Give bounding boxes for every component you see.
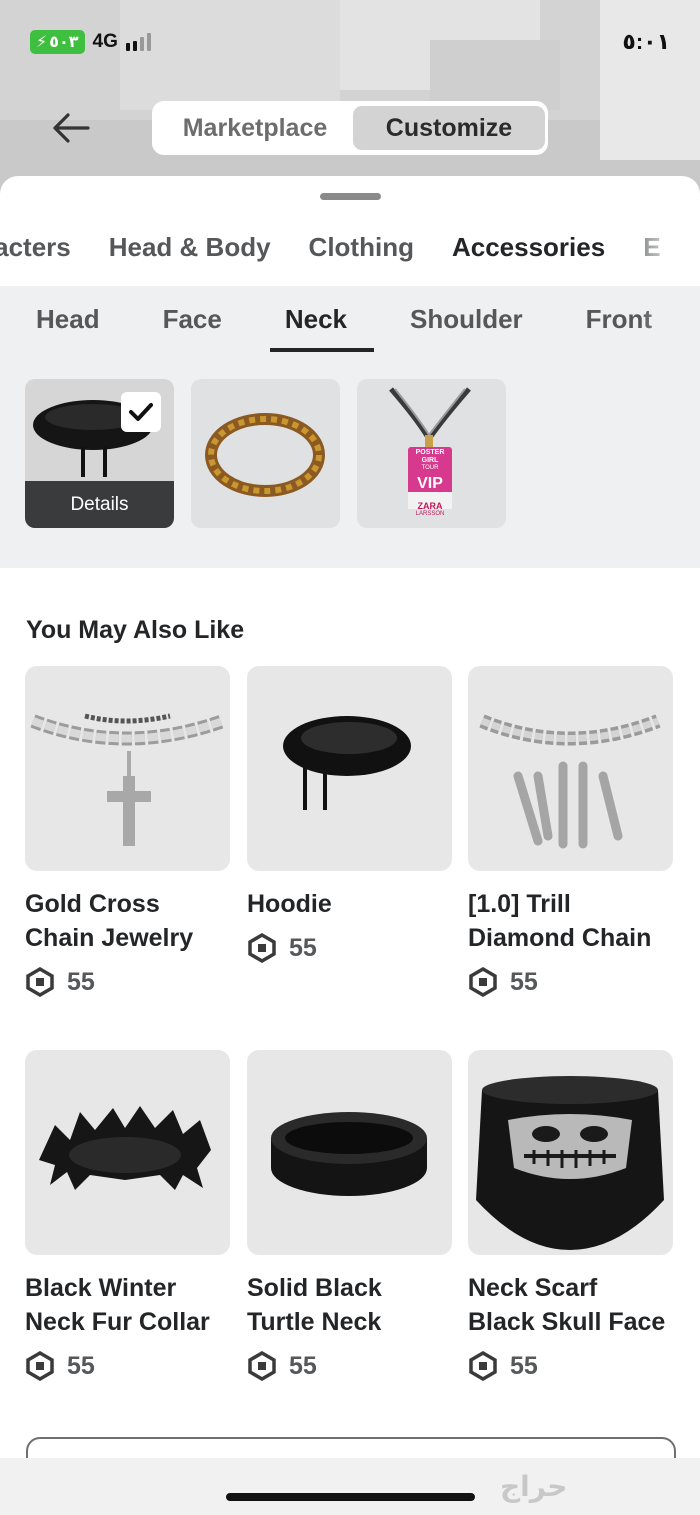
skull-scarf-image: [476, 1076, 664, 1250]
robux-icon: [469, 1351, 497, 1381]
tab-clothing[interactable]: Clothing: [309, 232, 414, 276]
product-thumbnail[interactable]: [25, 1050, 230, 1255]
robux-icon: [248, 933, 276, 963]
product-name[interactable]: Hoodie: [247, 887, 452, 921]
subtabs-fade: [640, 286, 700, 354]
rope-chain-thumbnail: [205, 413, 325, 497]
tab-customize[interactable]: Customize: [353, 106, 545, 150]
product-price: 55: [247, 1351, 452, 1381]
signal-icon: [125, 33, 151, 51]
product-thumbnail[interactable]: [247, 666, 452, 871]
product-thumbnail[interactable]: [25, 666, 230, 871]
product-card[interactable]: [1.0] Trill Diamond Chain 55: [468, 666, 673, 997]
robux-icon: [248, 1351, 276, 1381]
arrow-left-icon: [53, 113, 90, 143]
subtab-head[interactable]: Head: [36, 304, 100, 335]
back-button[interactable]: [48, 108, 94, 148]
product-price: 55: [25, 967, 230, 997]
product-price: 55: [468, 1351, 673, 1381]
home-indicator[interactable]: [226, 1493, 475, 1501]
product-name[interactable]: Gold Cross Chain Jewelry: [25, 887, 230, 955]
charging-icon: ⚡: [36, 34, 48, 51]
cross-chain-image: [30, 713, 226, 846]
watermark-logo: حراج: [500, 1471, 568, 1502]
equipped-item-hoodie[interactable]: Details: [25, 379, 174, 528]
robux-icon: [26, 967, 54, 997]
product-price: 55: [468, 967, 673, 997]
product-card[interactable]: Solid Black Turtle Neck 55: [247, 1050, 452, 1381]
customize-sheet: racters Head & Body Clothing Accessories…: [0, 176, 700, 1515]
product-name[interactable]: Black Winter Neck Fur Collar: [25, 1271, 230, 1339]
tab-head-body[interactable]: Head & Body: [109, 232, 271, 276]
product-thumbnail[interactable]: [468, 666, 673, 871]
product-name[interactable]: Neck Scarf Black Skull Face: [468, 1271, 673, 1339]
product-name[interactable]: Solid Black Turtle Neck: [247, 1271, 452, 1339]
product-card[interactable]: Black Winter Neck Fur Collar 55: [25, 1050, 230, 1381]
mode-switcher: Marketplace Customize: [152, 101, 548, 155]
category-tabs: racters Head & Body Clothing Accessories…: [0, 232, 661, 276]
details-button[interactable]: Details: [25, 481, 174, 528]
subtab-neck[interactable]: Neck: [285, 304, 347, 335]
product-price: 55: [247, 933, 452, 963]
turtle-neck-image: [271, 1112, 427, 1196]
checkmark-icon: [129, 403, 153, 421]
product-card[interactable]: Hoodie 55: [247, 666, 452, 963]
battery-indicator: ⚡ ٥٠٣: [30, 30, 85, 54]
tabs-fade: [620, 216, 700, 286]
subtab-shoulder[interactable]: Shoulder: [410, 304, 523, 335]
home-area: [0, 1458, 700, 1515]
equipped-items-row: Details POSTER GIRL TOUR VIP ZARA LARSSO…: [0, 354, 700, 568]
product-name[interactable]: [1.0] Trill Diamond Chain: [468, 887, 673, 955]
tab-characters[interactable]: racters: [0, 232, 71, 276]
trill-chain-image: [479, 714, 661, 849]
active-subtab-indicator: [270, 348, 374, 352]
status-bar: ⚡ ٥٠٣ 4G ٥:٠١: [30, 26, 670, 58]
fur-collar-image: [39, 1106, 211, 1190]
subtab-face[interactable]: Face: [163, 304, 222, 335]
sheet-drag-handle[interactable]: [320, 193, 381, 200]
status-time: ٥:٠١: [622, 29, 670, 54]
tab-accessories[interactable]: Accessories: [452, 232, 605, 276]
tab-marketplace[interactable]: Marketplace: [157, 106, 353, 150]
product-thumbnail[interactable]: [468, 1050, 673, 1255]
product-price: 55: [25, 1351, 230, 1381]
equipped-checkbox[interactable]: [121, 392, 161, 432]
product-card[interactable]: Neck Scarf Black Skull Face 55: [468, 1050, 673, 1381]
equipped-item-vip-lanyard[interactable]: POSTER GIRL TOUR VIP ZARA LARSSON: [357, 379, 506, 528]
product-card[interactable]: Gold Cross Chain Jewelry 55: [25, 666, 230, 997]
vip-badge: POSTER GIRL TOUR VIP ZARA LARSSON: [415, 449, 445, 517]
product-thumbnail[interactable]: [247, 1050, 452, 1255]
subcategory-tabs: Head Face Neck Shoulder Front: [0, 286, 700, 354]
hoodie-image: [283, 716, 411, 810]
section-title: You May Also Like: [26, 616, 245, 644]
robux-icon: [469, 967, 497, 997]
robux-icon: [26, 1351, 54, 1381]
equipped-item-rope-chain[interactable]: [191, 379, 340, 528]
network-type: 4G: [92, 31, 118, 52]
battery-level: ٥٠٣: [49, 34, 79, 51]
